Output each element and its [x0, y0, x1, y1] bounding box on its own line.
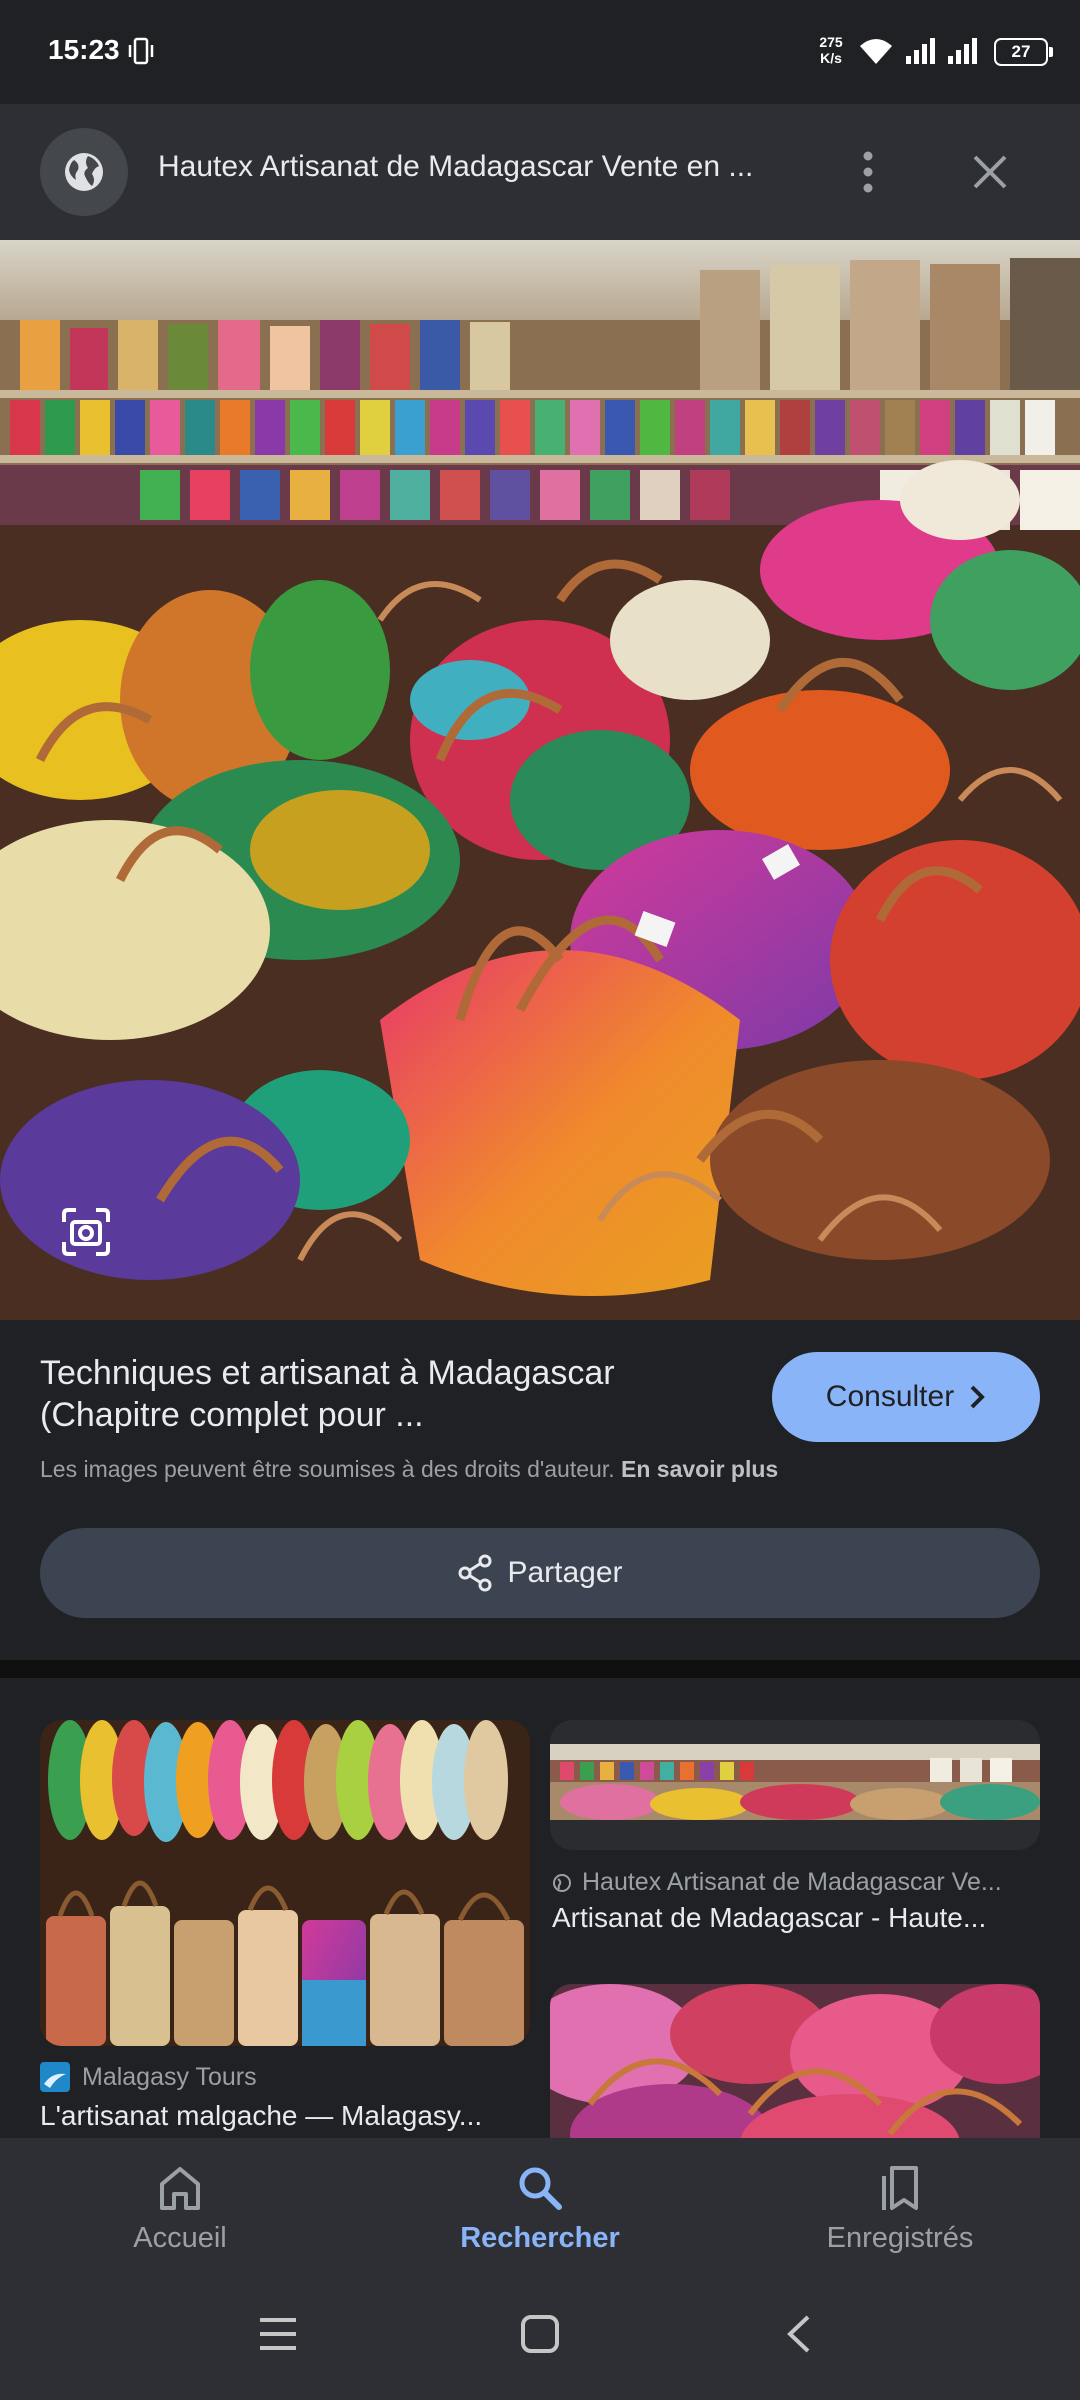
share-button-label: Partager — [507, 1556, 623, 1589]
source-header: Hautex Artisanat de Madagascar Vente en … — [0, 104, 1080, 240]
google-lens-icon[interactable] — [60, 1206, 112, 1258]
search-icon — [519, 2167, 562, 2210]
page: 15:23 275 K/s 27 Hautex Artisanat de Mad… — [0, 0, 1080, 2400]
header-title[interactable]: Hautex Artisanat de Madagascar Vente en … — [158, 150, 778, 184]
home-icon — [160, 2167, 200, 2210]
status-time: 15:23 — [48, 34, 120, 65]
globe-icon-glyph — [65, 153, 103, 191]
signal-icon — [906, 38, 935, 64]
consult-button-label: Consulter — [825, 1380, 955, 1413]
wifi-icon — [860, 39, 892, 64]
related-results: Malagasy Tours L'artisanat malgache — Ma… — [0, 1678, 1080, 2138]
related-title-1[interactable]: L'artisanat malgache — Malagasy... — [40, 2100, 530, 2132]
status-bar: 15:23 275 K/s 27 — [0, 0, 1080, 104]
back-icon[interactable] — [784, 2314, 814, 2354]
signal-icon — [948, 38, 977, 64]
recent-apps-icon[interactable] — [258, 2316, 298, 2352]
nav-home[interactable]: Accueil — [30, 2138, 330, 2270]
copyright-notice: Les images peuvent être soumises à des d… — [40, 1456, 1040, 1483]
main-image[interactable] — [0, 240, 1080, 1320]
network-speed: 275 K/s — [816, 34, 846, 66]
nav-home-label: Accueil — [133, 2222, 227, 2254]
network-speed-value: 275 — [819, 34, 843, 50]
basket-pile-photo — [550, 1984, 1040, 2138]
globe-icon — [553, 1873, 571, 1892]
related-source-2: Hautex Artisanat de Madagascar Ve... — [552, 1868, 1042, 1897]
more-vert-icon[interactable] — [846, 148, 890, 196]
globe-icon[interactable] — [40, 128, 128, 216]
nav-search[interactable]: Rechercher — [390, 2138, 690, 2270]
home-button-icon[interactable] — [520, 2314, 560, 2354]
related-source-2-label: Hautex Artisanat de Madagascar Ve... — [582, 1868, 1002, 1896]
shop-panorama-photo — [550, 1744, 1040, 1820]
bottom-navigation: Accueil Rechercher Enregistrés — [0, 2138, 1080, 2270]
copyright-text: Les images peuvent être soumises à des d… — [40, 1456, 615, 1482]
learn-more-link[interactable]: En savoir plus — [621, 1456, 778, 1482]
nav-search-label: Rechercher — [460, 2222, 620, 2254]
nav-saved[interactable]: Enregistrés — [750, 2138, 1050, 2270]
network-speed-unit: K/s — [820, 50, 842, 66]
baskets-photo — [0, 240, 1080, 1320]
related-image-1[interactable] — [40, 1720, 530, 2046]
consult-button[interactable]: Consulter — [772, 1352, 1040, 1442]
hanging-baskets-photo — [40, 1720, 530, 2046]
share-button[interactable]: Partager — [40, 1528, 1040, 1618]
malagasy-tours-favicon — [40, 2062, 70, 2092]
bookmarks-icon — [882, 2166, 918, 2210]
vibrate-icon — [128, 37, 154, 65]
related-title-2[interactable]: Artisanat de Madagascar - Haute... — [552, 1902, 1040, 1934]
battery-icon: 27 — [994, 38, 1053, 66]
section-divider — [0, 1660, 1080, 1678]
chevron-right-icon — [970, 1385, 986, 1409]
system-navigation-bar — [0, 2270, 1080, 2400]
close-icon[interactable] — [966, 148, 1014, 196]
related-source-1-label: Malagasy Tours — [82, 2062, 257, 2091]
result-title[interactable]: Techniques et artisanat à Madagascar (Ch… — [40, 1352, 740, 1436]
share-icon — [458, 1554, 492, 1592]
related-image-2[interactable] — [550, 1720, 1040, 1850]
related-source-1: Malagasy Tours — [40, 2062, 257, 2092]
nav-saved-label: Enregistrés — [826, 2222, 974, 2254]
related-image-3[interactable] — [550, 1984, 1040, 2138]
